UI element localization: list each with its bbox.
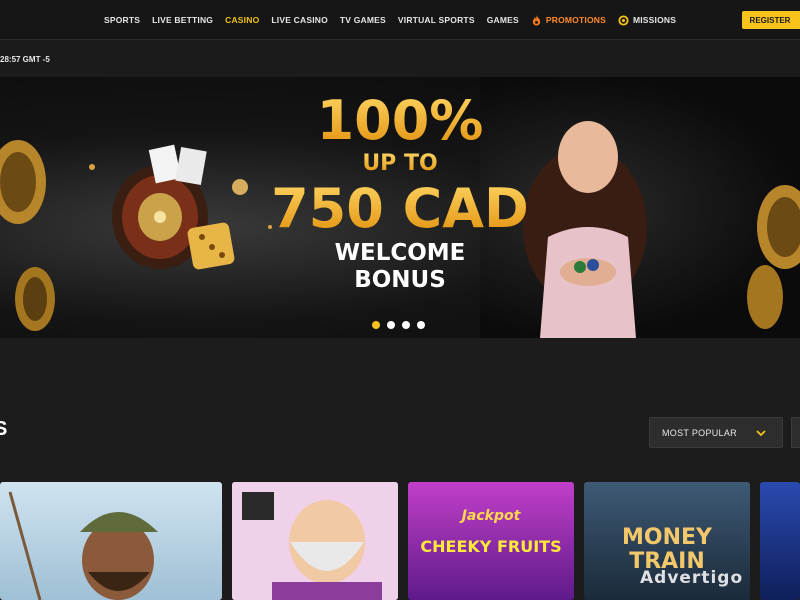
banner-up-to: UP TO — [300, 151, 500, 176]
nav-item-label: PROMOTIONS — [545, 15, 606, 25]
casino-chip-icon — [747, 265, 783, 329]
watermark: Advertigo — [640, 568, 744, 588]
target-icon — [618, 14, 629, 26]
nav-item-label: LIVE BETTING — [152, 15, 214, 25]
sort-value: MOST POPULAR — [662, 427, 737, 438]
nav-item-label: SPORTS — [104, 15, 141, 25]
game-tile[interactable]: Jackpot CHEEKY FRUITS — [408, 482, 574, 600]
sort-dropdown[interactable]: MOST POPULAR — [649, 417, 783, 448]
filter-dropdown[interactable] — [791, 417, 800, 448]
game-subtitle: Jackpot — [461, 508, 521, 524]
promo-banner[interactable]: 100% UP TO 750 CAD WELCOME BONUS — [0, 77, 800, 338]
carousel-dot[interactable] — [387, 321, 395, 329]
nav-item-label: MISSIONS — [632, 15, 677, 25]
nav-item-tv-games[interactable]: TV GAMES — [334, 15, 392, 25]
drops-badge — [242, 492, 274, 520]
hostess-face — [558, 121, 618, 193]
nav-menu: SPORTS LIVE BETTING CASINO LIVE CASINO T… — [98, 0, 682, 40]
carousel-dot[interactable] — [402, 321, 410, 329]
carousel-dot[interactable] — [372, 321, 380, 329]
nav-item-promotions[interactable]: PROMOTIONS — [525, 14, 612, 26]
nav-item-casino[interactable]: CASINO — [219, 15, 265, 25]
nav-item-virtual-sports[interactable]: VIRTUAL SPORTS — [392, 15, 481, 25]
fishing-rod — [8, 491, 42, 600]
banner-percent: 100% — [300, 89, 500, 152]
time-bar: 28:57 GMT -5 — [0, 41, 800, 76]
dice-pip — [209, 244, 215, 250]
dice-pip — [219, 252, 225, 258]
casino-page: SPORTS LIVE BETTING CASINO LIVE CASINO T… — [0, 0, 800, 600]
games-section-header: S MOST POPULAR — [0, 338, 800, 483]
nav-item-label: CASINO — [225, 15, 260, 25]
game-title: MONEY TRAIN — [622, 525, 712, 574]
flame-icon — [532, 14, 541, 26]
banner-amount: 750 CAD — [271, 177, 529, 240]
nav-item-label: VIRTUAL SPORTS — [397, 15, 475, 25]
game-tile[interactable] — [232, 482, 398, 600]
carousel-dot[interactable] — [417, 321, 425, 329]
game-tile[interactable] — [0, 482, 222, 600]
nav-item-live-betting[interactable]: LIVE BETTING — [146, 15, 219, 25]
nav-item-label: TV GAMES — [339, 15, 386, 25]
chevron-down-icon — [756, 430, 766, 437]
game-title: CHEEKY FRUITS — [420, 537, 562, 556]
nav-item-games[interactable]: GAMES — [481, 15, 525, 25]
nav-item-sports[interactable]: SPORTS — [98, 15, 146, 25]
zeus-artwork — [232, 482, 398, 600]
nav-item-missions[interactable]: MISSIONS — [612, 14, 682, 26]
chip-center — [23, 277, 47, 321]
spark-icon — [232, 179, 248, 195]
playing-card-icon — [175, 147, 207, 185]
game-tile[interactable] — [760, 482, 800, 600]
banner-bonus: BONUS — [354, 267, 446, 293]
carousel-dots — [372, 321, 425, 329]
title-plate — [272, 582, 382, 600]
poker-chip-icon — [587, 259, 599, 271]
nav-item-label: LIVE CASINO — [271, 15, 328, 25]
nav-item-label: GAMES — [486, 15, 519, 25]
section-title: S — [0, 418, 8, 440]
chip-center — [0, 152, 36, 212]
fisherman-artwork — [8, 491, 158, 600]
poker-chip-icon — [574, 261, 586, 273]
roulette-center — [154, 211, 166, 223]
register-button[interactable]: REGISTER — [742, 11, 800, 29]
dice-pip — [199, 234, 205, 240]
nav-item-live-casino[interactable]: LIVE CASINO — [265, 15, 334, 25]
clock-display: 28:57 GMT -5 — [0, 55, 50, 64]
banner-welcome: WELCOME — [334, 240, 466, 266]
spark-dot — [89, 164, 95, 170]
fisherman-hat — [80, 512, 158, 532]
top-navigation: SPORTS LIVE BETTING CASINO LIVE CASINO T… — [0, 0, 800, 40]
